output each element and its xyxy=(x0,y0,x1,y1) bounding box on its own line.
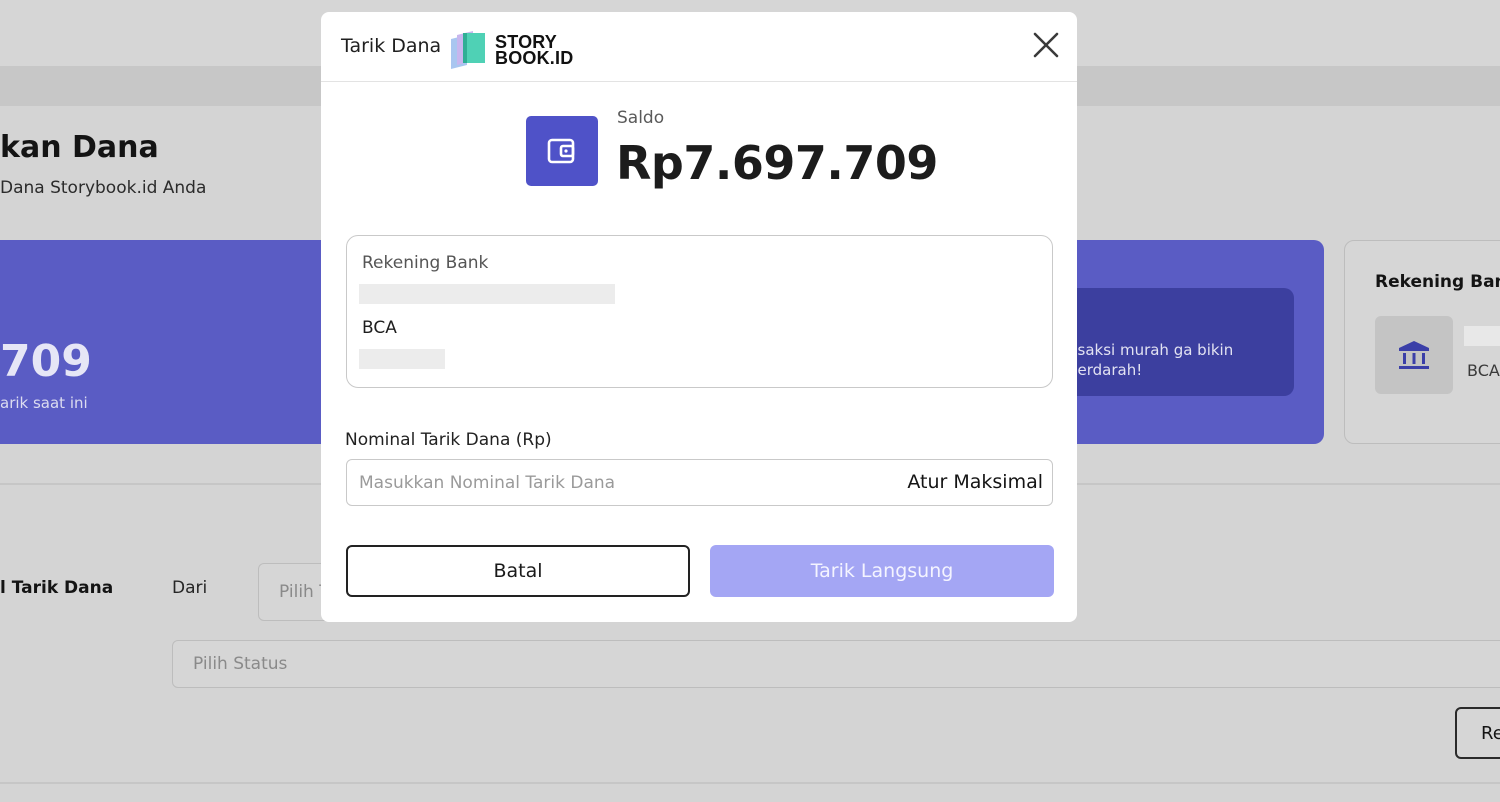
date-from-label: Dari xyxy=(172,578,208,598)
bank-account-box[interactable]: Rekening Bank BCA xyxy=(346,235,1053,388)
close-icon[interactable] xyxy=(1029,28,1063,62)
page-subtitle: Dana Storybook.id Anda xyxy=(0,178,207,198)
bank-icon xyxy=(1375,316,1453,394)
brand-line-2: BOOK.ID xyxy=(495,48,574,68)
nominal-label: Nominal Tarik Dana (Rp) xyxy=(345,430,552,450)
saldo-amount: Rp7.697.709 xyxy=(616,136,938,190)
withdraw-button[interactable]: Tarik Langsung xyxy=(710,545,1054,597)
status-select[interactable]: Pilih Status xyxy=(172,640,1500,688)
modal-header: Tarik Dana STORY BOOK.ID xyxy=(321,12,1077,82)
storybook-logo-icon xyxy=(447,29,489,71)
bank-name: BCA xyxy=(362,318,397,338)
storybook-logo: STORY BOOK.ID xyxy=(447,29,573,71)
bank-account-masked xyxy=(1464,326,1500,346)
bank-account-label: Rekening Bank xyxy=(362,253,489,273)
reset-button[interactable]: Re xyxy=(1455,707,1500,759)
history-filter-label: l Tarik Dana xyxy=(0,578,114,598)
balance-card-caption: arik saat ini xyxy=(0,394,88,412)
storybook-logo-text: STORY BOOK.ID xyxy=(495,33,574,68)
modal-title: Tarik Dana xyxy=(341,35,442,57)
bank-account-card-bank-name: BCA xyxy=(1467,361,1500,380)
wallet-icon xyxy=(526,116,598,186)
bank-account-holder-masked xyxy=(359,284,615,304)
set-maximum-button[interactable]: Atur Maksimal xyxy=(903,471,1043,493)
bottom-divider xyxy=(0,782,1500,784)
cancel-button[interactable]: Batal xyxy=(346,545,690,597)
bank-account-card-title: Rekening Bank xyxy=(1375,272,1500,292)
page-title: kan Dana xyxy=(0,130,159,165)
promo-card-text: nsaksi murah ga bikin berdarah! xyxy=(1068,341,1234,379)
saldo-label: Saldo xyxy=(617,108,665,128)
bank-account-number-masked xyxy=(359,349,445,369)
balance-card-amount: 709 xyxy=(0,336,92,387)
withdraw-modal: Tarik Dana STORY BOOK.ID Saldo Rp7.697.7… xyxy=(321,12,1077,622)
